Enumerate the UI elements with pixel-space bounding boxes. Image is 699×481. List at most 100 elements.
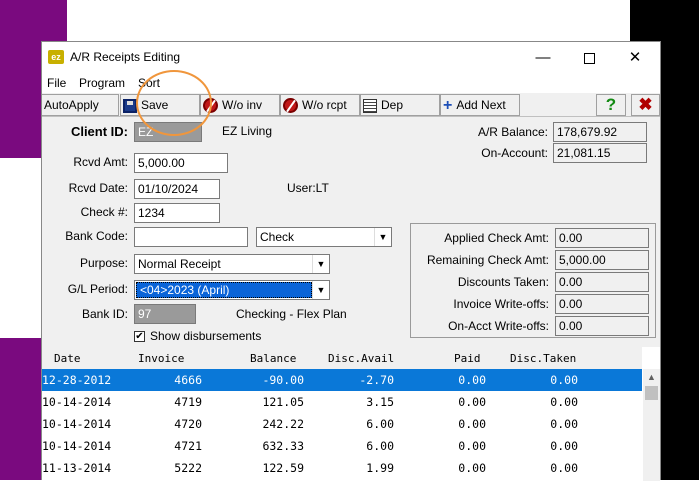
column-header-date[interactable]: Date (54, 352, 81, 365)
applied-check-value: 0.00 (555, 228, 649, 248)
minimize-button[interactable]: — (520, 42, 566, 73)
close-button[interactable]: ✕ (612, 42, 658, 73)
on-acct-writeoffs-value: 0.00 (555, 316, 649, 336)
client-name: EZ Living (222, 124, 273, 138)
cell-balance: 632.33 (262, 439, 304, 453)
write-off-receipt-button[interactable]: W/o rcpt (280, 94, 360, 116)
cell-date: 10-14-2014 (42, 395, 112, 409)
remaining-check-value: 5,000.00 (555, 250, 649, 270)
cell-disc-taken: 0.00 (550, 417, 578, 431)
show-disbursements-label[interactable]: Show disbursements (150, 329, 261, 343)
gl-period-select[interactable]: <04>2023 (April) ▼ (134, 280, 330, 300)
menu-file[interactable]: File (47, 76, 66, 90)
vertical-scrollbar[interactable]: ▲ (643, 369, 660, 481)
desktop-background-bottom (0, 338, 42, 480)
discounts-taken-label: Discounts Taken: (457, 275, 549, 289)
cell-disc-avail: -2.70 (359, 373, 394, 387)
grid-header: Date Invoice Balance Disc.Avail Paid Dis… (42, 347, 642, 369)
autoapply-button[interactable]: AutoApply (42, 94, 119, 116)
table-row[interactable]: 12-28-2012 4666 -90.00 -2.70 0.00 0.00 (42, 369, 642, 391)
user-label: User:LT (287, 181, 329, 195)
column-header-disc-avail[interactable]: Disc.Avail (328, 352, 394, 365)
cell-balance: 122.59 (262, 461, 304, 475)
chevron-down-icon[interactable]: ▼ (312, 281, 329, 299)
cell-invoice: 4719 (174, 395, 202, 409)
cell-invoice: 5222 (174, 461, 202, 475)
document-icon (363, 98, 377, 113)
rcvd-amt-field[interactable]: 5,000.00 (134, 153, 228, 173)
column-header-disc-taken[interactable]: Disc.Taken (510, 352, 576, 365)
discounts-taken-value: 0.00 (555, 272, 649, 292)
prohibited-icon (283, 98, 298, 114)
menu-program[interactable]: Program (79, 76, 125, 90)
remaining-check-label: Remaining Check Amt: (426, 253, 549, 267)
toolbar: AutoApply Save W/o inv W/o rcpt Dep + Add… (42, 93, 660, 117)
cancel-button[interactable]: ✖ (631, 94, 660, 116)
bank-name: Checking - Flex Plan (236, 307, 347, 321)
check-number-label: Check #: (80, 205, 128, 219)
column-header-invoice[interactable]: Invoice (138, 352, 184, 365)
chevron-down-icon[interactable]: ▼ (374, 228, 391, 246)
bank-code-field[interactable] (134, 227, 248, 247)
maximize-button[interactable] (566, 42, 612, 73)
ar-balance-label: A/R Balance: (477, 125, 548, 139)
purpose-select[interactable]: Normal Receipt ▼ (134, 254, 330, 274)
ar-receipts-window: ez A/R Receipts Editing — ✕ File Program… (41, 41, 661, 481)
table-row[interactable]: 10-14-2014 4719 121.05 3.15 0.00 0.00 (42, 391, 642, 413)
floppy-disk-icon (123, 98, 137, 113)
cell-disc-taken: 0.00 (550, 373, 578, 387)
chevron-down-icon[interactable]: ▼ (312, 255, 329, 273)
cell-disc-avail: 1.99 (366, 461, 394, 475)
title-bar[interactable]: ez A/R Receipts Editing — ✕ (42, 42, 660, 73)
purpose-value: Normal Receipt (138, 257, 221, 271)
table-row[interactable]: 10-14-2014 4721 632.33 6.00 0.00 0.00 (42, 435, 642, 457)
bank-id-field[interactable]: 97 (134, 304, 196, 324)
check-number-field[interactable]: 1234 (134, 203, 220, 223)
add-next-button[interactable]: + Add Next (440, 94, 520, 116)
invoice-writeoffs-label: Invoice Write-offs: (453, 297, 549, 311)
bank-id-label: Bank ID: (81, 307, 128, 321)
rcvd-amt-label: Rcvd Amt: (73, 155, 128, 169)
purpose-label: Purpose: (79, 256, 128, 270)
cell-disc-taken: 0.00 (550, 461, 578, 475)
deposit-label: Dep (381, 98, 404, 112)
window-title: A/R Receipts Editing (70, 50, 181, 64)
on-account-value: 21,081.15 (553, 143, 647, 163)
cell-date: 12-28-2012 (42, 373, 112, 387)
scroll-up-icon[interactable]: ▲ (643, 369, 660, 385)
cell-invoice: 4721 (174, 439, 202, 453)
scroll-thumb[interactable] (645, 386, 658, 400)
show-disbursements-checkbox[interactable]: ✔ (134, 331, 145, 342)
close-icon: ✖ (638, 95, 653, 114)
payment-type-select[interactable]: Check ▼ (256, 227, 392, 247)
add-next-label: Add Next (456, 98, 506, 112)
cell-paid: 0.00 (458, 417, 486, 431)
applied-check-label: Applied Check Amt: (444, 231, 549, 245)
cell-disc-taken: 0.00 (550, 395, 578, 409)
write-off-invoice-button[interactable]: W/o inv (200, 94, 280, 116)
cell-paid: 0.00 (458, 461, 486, 475)
background-window (67, 0, 630, 42)
gl-period-label: G/L Period: (67, 282, 128, 296)
cell-disc-taken: 0.00 (550, 439, 578, 453)
column-header-paid[interactable]: Paid (454, 352, 481, 365)
rcvd-date-field[interactable]: 01/10/2024 (134, 179, 220, 199)
help-button[interactable]: ? (596, 94, 626, 116)
table-row[interactable]: 10-14-2014 4720 242.22 6.00 0.00 0.00 (42, 413, 642, 435)
cell-date: 11-13-2014 (42, 461, 112, 475)
autoapply-label: AutoApply (44, 98, 99, 112)
deposit-button[interactable]: Dep (360, 94, 440, 116)
gl-period-value: <04>2023 (April) (136, 282, 312, 298)
table-row[interactable]: 11-13-2014 5222 122.59 1.99 0.00 0.00 (42, 457, 642, 479)
column-header-balance[interactable]: Balance (250, 352, 296, 365)
invoice-grid: Date Invoice Balance Disc.Avail Paid Dis… (42, 347, 660, 481)
client-id-label: Client ID: (70, 124, 128, 139)
app-logo-icon: ez (48, 50, 64, 64)
invoice-writeoffs-value: 0.00 (555, 294, 649, 314)
cell-paid: 0.00 (458, 439, 486, 453)
cell-balance: -90.00 (262, 373, 304, 387)
cell-balance: 121.05 (262, 395, 304, 409)
highlight-circle (136, 70, 212, 136)
cell-invoice: 4720 (174, 417, 202, 431)
cell-disc-avail: 6.00 (366, 439, 394, 453)
